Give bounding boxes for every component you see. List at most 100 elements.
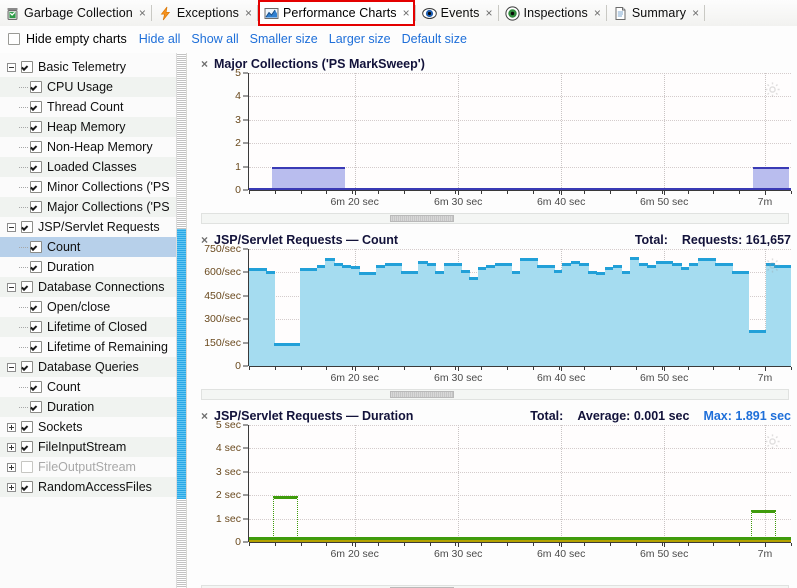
tab-garbage-collection[interactable]: Garbage Collection ×	[0, 1, 150, 25]
tab-events[interactable]: Events ×	[417, 1, 497, 25]
toolbar-link-hide-all[interactable]: Hide all	[139, 32, 181, 46]
expand-icon[interactable]	[7, 422, 16, 432]
x-axis-minor-tick	[429, 367, 431, 370]
collapse-icon[interactable]	[7, 362, 16, 372]
tree-item-major-collections-ps[interactable]: Major Collections ('PS	[0, 197, 186, 217]
tree-item-non-heap-memory[interactable]: Non-Heap Memory	[0, 137, 186, 157]
tree-item-fileinputstream[interactable]: FileInputStream	[0, 437, 186, 457]
x-axis-minor-tick	[584, 191, 586, 194]
plot-canvas[interactable]	[249, 73, 791, 190]
x-axis-minor-tick	[429, 191, 431, 194]
tree-item-checkbox[interactable]	[21, 361, 33, 373]
tree-item-basic-telemetry[interactable]: Basic Telemetry	[0, 57, 186, 77]
tree-item-checkbox[interactable]	[30, 201, 42, 213]
tree-item-checkbox[interactable]	[30, 121, 42, 133]
expand-icon[interactable]	[7, 482, 16, 492]
toolbar-link-show-all[interactable]: Show all	[191, 32, 238, 46]
tree-item-database-queries[interactable]: Database Queries	[0, 357, 186, 377]
tab-close-icon[interactable]: ×	[403, 7, 410, 19]
tree-item-checkbox[interactable]	[30, 401, 42, 413]
y-axis-tick	[243, 166, 248, 168]
x-axis-minor-tick	[455, 191, 457, 194]
tree-item-checkbox[interactable]	[21, 421, 33, 433]
tree-item-checkbox[interactable]	[30, 341, 42, 353]
sidebar-vertical-scrollbar[interactable]	[176, 53, 186, 588]
tree-item-database-connections[interactable]: Database Connections	[0, 277, 186, 297]
tree-item-randomaccessfiles[interactable]: RandomAccessFiles	[0, 477, 186, 497]
chart-close-icon[interactable]: ×	[201, 410, 208, 422]
hide-empty-charts-checkbox[interactable]	[8, 33, 20, 45]
tree-item-checkbox[interactable]	[30, 101, 42, 113]
tree-item-checkbox[interactable]	[21, 61, 33, 73]
tree-item-minor-collections-ps[interactable]: Minor Collections ('PS	[0, 177, 186, 197]
tree-item-count[interactable]: Count	[0, 237, 186, 257]
tree-item-checkbox[interactable]	[21, 481, 33, 493]
tree-item-checkbox[interactable]	[30, 161, 42, 173]
chart-settings-gear-icon[interactable]	[764, 81, 781, 98]
tree-item-checkbox[interactable]	[30, 241, 42, 253]
chart-stat: Max: 1.891 sec	[703, 409, 791, 423]
expand-icon[interactable]	[7, 462, 16, 472]
x-axis-minor-tick	[249, 367, 250, 370]
tree-item-fileoutputstream[interactable]: FileOutputStream	[0, 457, 186, 477]
collapse-icon[interactable]	[7, 222, 16, 232]
plot-canvas[interactable]	[249, 249, 791, 366]
chart-horizontal-scrollbar[interactable]	[201, 213, 789, 224]
y-axis-label: 2	[235, 137, 241, 150]
tab-close-icon[interactable]: ×	[245, 7, 252, 19]
tree-item-duration[interactable]: Duration	[0, 397, 186, 417]
tab-separator	[257, 5, 258, 21]
collapse-icon[interactable]	[7, 282, 16, 292]
tree-item-checkbox[interactable]	[30, 301, 42, 313]
tree-item-jsp-servlet-requests[interactable]: JSP/Servlet Requests	[0, 217, 186, 237]
plot-canvas[interactable]	[249, 425, 791, 542]
tree-connector	[19, 87, 28, 89]
tree-item-checkbox[interactable]	[30, 181, 42, 193]
tree-item-checkbox[interactable]	[30, 261, 42, 273]
tab-exceptions[interactable]: Exceptions ×	[153, 1, 256, 25]
tree-item-checkbox[interactable]	[21, 221, 33, 233]
tree-item-sockets[interactable]: Sockets	[0, 417, 186, 437]
tab-close-icon[interactable]: ×	[594, 7, 601, 19]
tree-item-checkbox[interactable]	[21, 461, 33, 473]
tree-item-checkbox[interactable]	[30, 141, 42, 153]
tree-item-checkbox[interactable]	[21, 441, 33, 453]
tab-close-icon[interactable]: ×	[139, 7, 146, 19]
chart-horizontal-scrollbar[interactable]	[201, 389, 789, 400]
tab-inspections[interactable]: Inspections ×	[500, 1, 605, 25]
tree-item-checkbox[interactable]	[30, 81, 42, 93]
tree-item-lifetime-of-closed[interactable]: Lifetime of Closed	[0, 317, 186, 337]
tree-item-cpu-usage[interactable]: CPU Usage	[0, 77, 186, 97]
x-axis-minor-tick	[326, 543, 328, 546]
sidebar-scroll-thumb[interactable]	[177, 229, 186, 499]
chart-settings-gear-icon[interactable]	[764, 433, 781, 450]
tab-close-icon[interactable]: ×	[692, 7, 699, 19]
peak-0	[273, 495, 299, 540]
tab-summary[interactable]: Summary ×	[608, 1, 703, 25]
tree-item-checkbox[interactable]	[21, 281, 33, 293]
y-axis-label: 4	[235, 90, 241, 103]
toolbar-link-default-size[interactable]: Default size	[402, 32, 467, 46]
tree-item-count[interactable]: Count	[0, 377, 186, 397]
expand-icon[interactable]	[7, 442, 16, 452]
chart-scroll-thumb[interactable]	[389, 215, 454, 222]
chart-scroll-thumb[interactable]	[389, 391, 454, 398]
tree-item-label: Thread Count	[47, 100, 124, 114]
tree-item-checkbox[interactable]	[30, 321, 42, 333]
tree-item-loaded-classes[interactable]: Loaded Classes	[0, 157, 186, 177]
tree-item-checkbox[interactable]	[30, 381, 42, 393]
tree-item-label: Loaded Classes	[47, 160, 137, 174]
chart-close-icon[interactable]: ×	[201, 58, 208, 70]
toolbar-link-larger-size[interactable]: Larger size	[329, 32, 391, 46]
tab-performance-charts[interactable]: Performance Charts ×	[258, 0, 415, 26]
tree-item-duration[interactable]: Duration	[0, 257, 186, 277]
tree-item-open-close[interactable]: Open/close	[0, 297, 186, 317]
tab-close-icon[interactable]: ×	[486, 7, 493, 19]
tree-item-lifetime-of-remaining[interactable]: Lifetime of Remaining	[0, 337, 186, 357]
y-axis-tick	[243, 142, 248, 144]
tree-item-thread-count[interactable]: Thread Count	[0, 97, 186, 117]
tree-item-heap-memory[interactable]: Heap Memory	[0, 117, 186, 137]
toolbar-link-smaller-size[interactable]: Smaller size	[250, 32, 318, 46]
chart-settings-gear-icon[interactable]	[764, 257, 781, 274]
collapse-icon[interactable]	[7, 62, 16, 72]
